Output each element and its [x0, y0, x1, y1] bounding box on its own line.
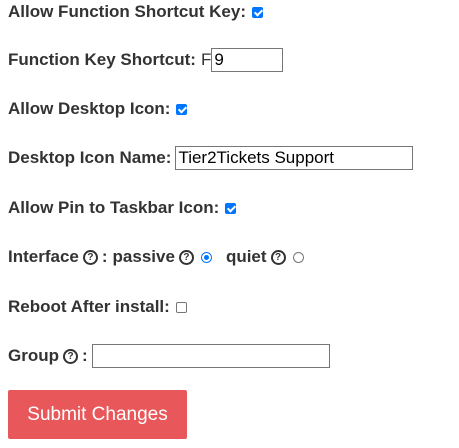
allow-desktop-icon-checkbox[interactable]: [176, 103, 188, 115]
function-key-shortcut-label: Function Key Shortcut:: [8, 50, 196, 69]
allow-function-shortcut-row: Allow Function Shortcut Key:: [8, 0, 263, 24]
function-key-prefix: F: [200, 50, 212, 69]
group-input[interactable]: [91, 344, 330, 368]
interface-radio-passive[interactable]: [200, 251, 212, 263]
desktop-icon-name-row: Desktop Icon Name:: [8, 146, 414, 170]
passive-help-icon[interactable]: ?: [178, 249, 194, 265]
interface-radio-quiet[interactable]: [292, 251, 304, 263]
interface-label: Interface: [8, 247, 79, 266]
group-row: Group ? :: [8, 344, 330, 368]
allow-pin-taskbar-checkbox[interactable]: [225, 202, 237, 214]
interface-help-icon[interactable]: ?: [82, 249, 98, 265]
interface-row: Interface ? : passive ? quiet ?: [8, 245, 304, 269]
allow-function-shortcut-label: Allow Function Shortcut Key:: [8, 2, 246, 21]
allow-desktop-icon-label: Allow Desktop Icon:: [8, 99, 171, 118]
function-key-input[interactable]: [211, 48, 284, 72]
desktop-icon-name-label: Desktop Icon Name:: [8, 148, 172, 167]
allow-pin-taskbar-row: Allow Pin to Taskbar Icon:: [8, 196, 237, 220]
interface-option-passive-label: passive: [112, 247, 175, 266]
allow-function-shortcut-checkbox[interactable]: [252, 6, 263, 18]
submit-changes-button[interactable]: Submit Changes: [8, 390, 187, 439]
group-help-icon[interactable]: ?: [63, 348, 78, 364]
quiet-help-icon[interactable]: ?: [270, 249, 286, 265]
group-label: Group: [8, 346, 59, 365]
reboot-after-install-row: Reboot After install:: [8, 295, 187, 319]
reboot-after-install-label: Reboot After install:: [8, 297, 170, 316]
reboot-after-install-checkbox[interactable]: [175, 301, 187, 313]
function-key-shortcut-row: Function Key Shortcut: F: [8, 48, 284, 72]
interface-option-quiet-label: quiet: [225, 247, 267, 266]
desktop-icon-name-input[interactable]: [175, 146, 414, 170]
interface-colon: :: [101, 247, 108, 266]
group-colon: :: [82, 346, 88, 365]
allow-pin-taskbar-label: Allow Pin to Taskbar Icon:: [8, 198, 220, 217]
allow-desktop-icon-row: Allow Desktop Icon:: [8, 97, 188, 121]
